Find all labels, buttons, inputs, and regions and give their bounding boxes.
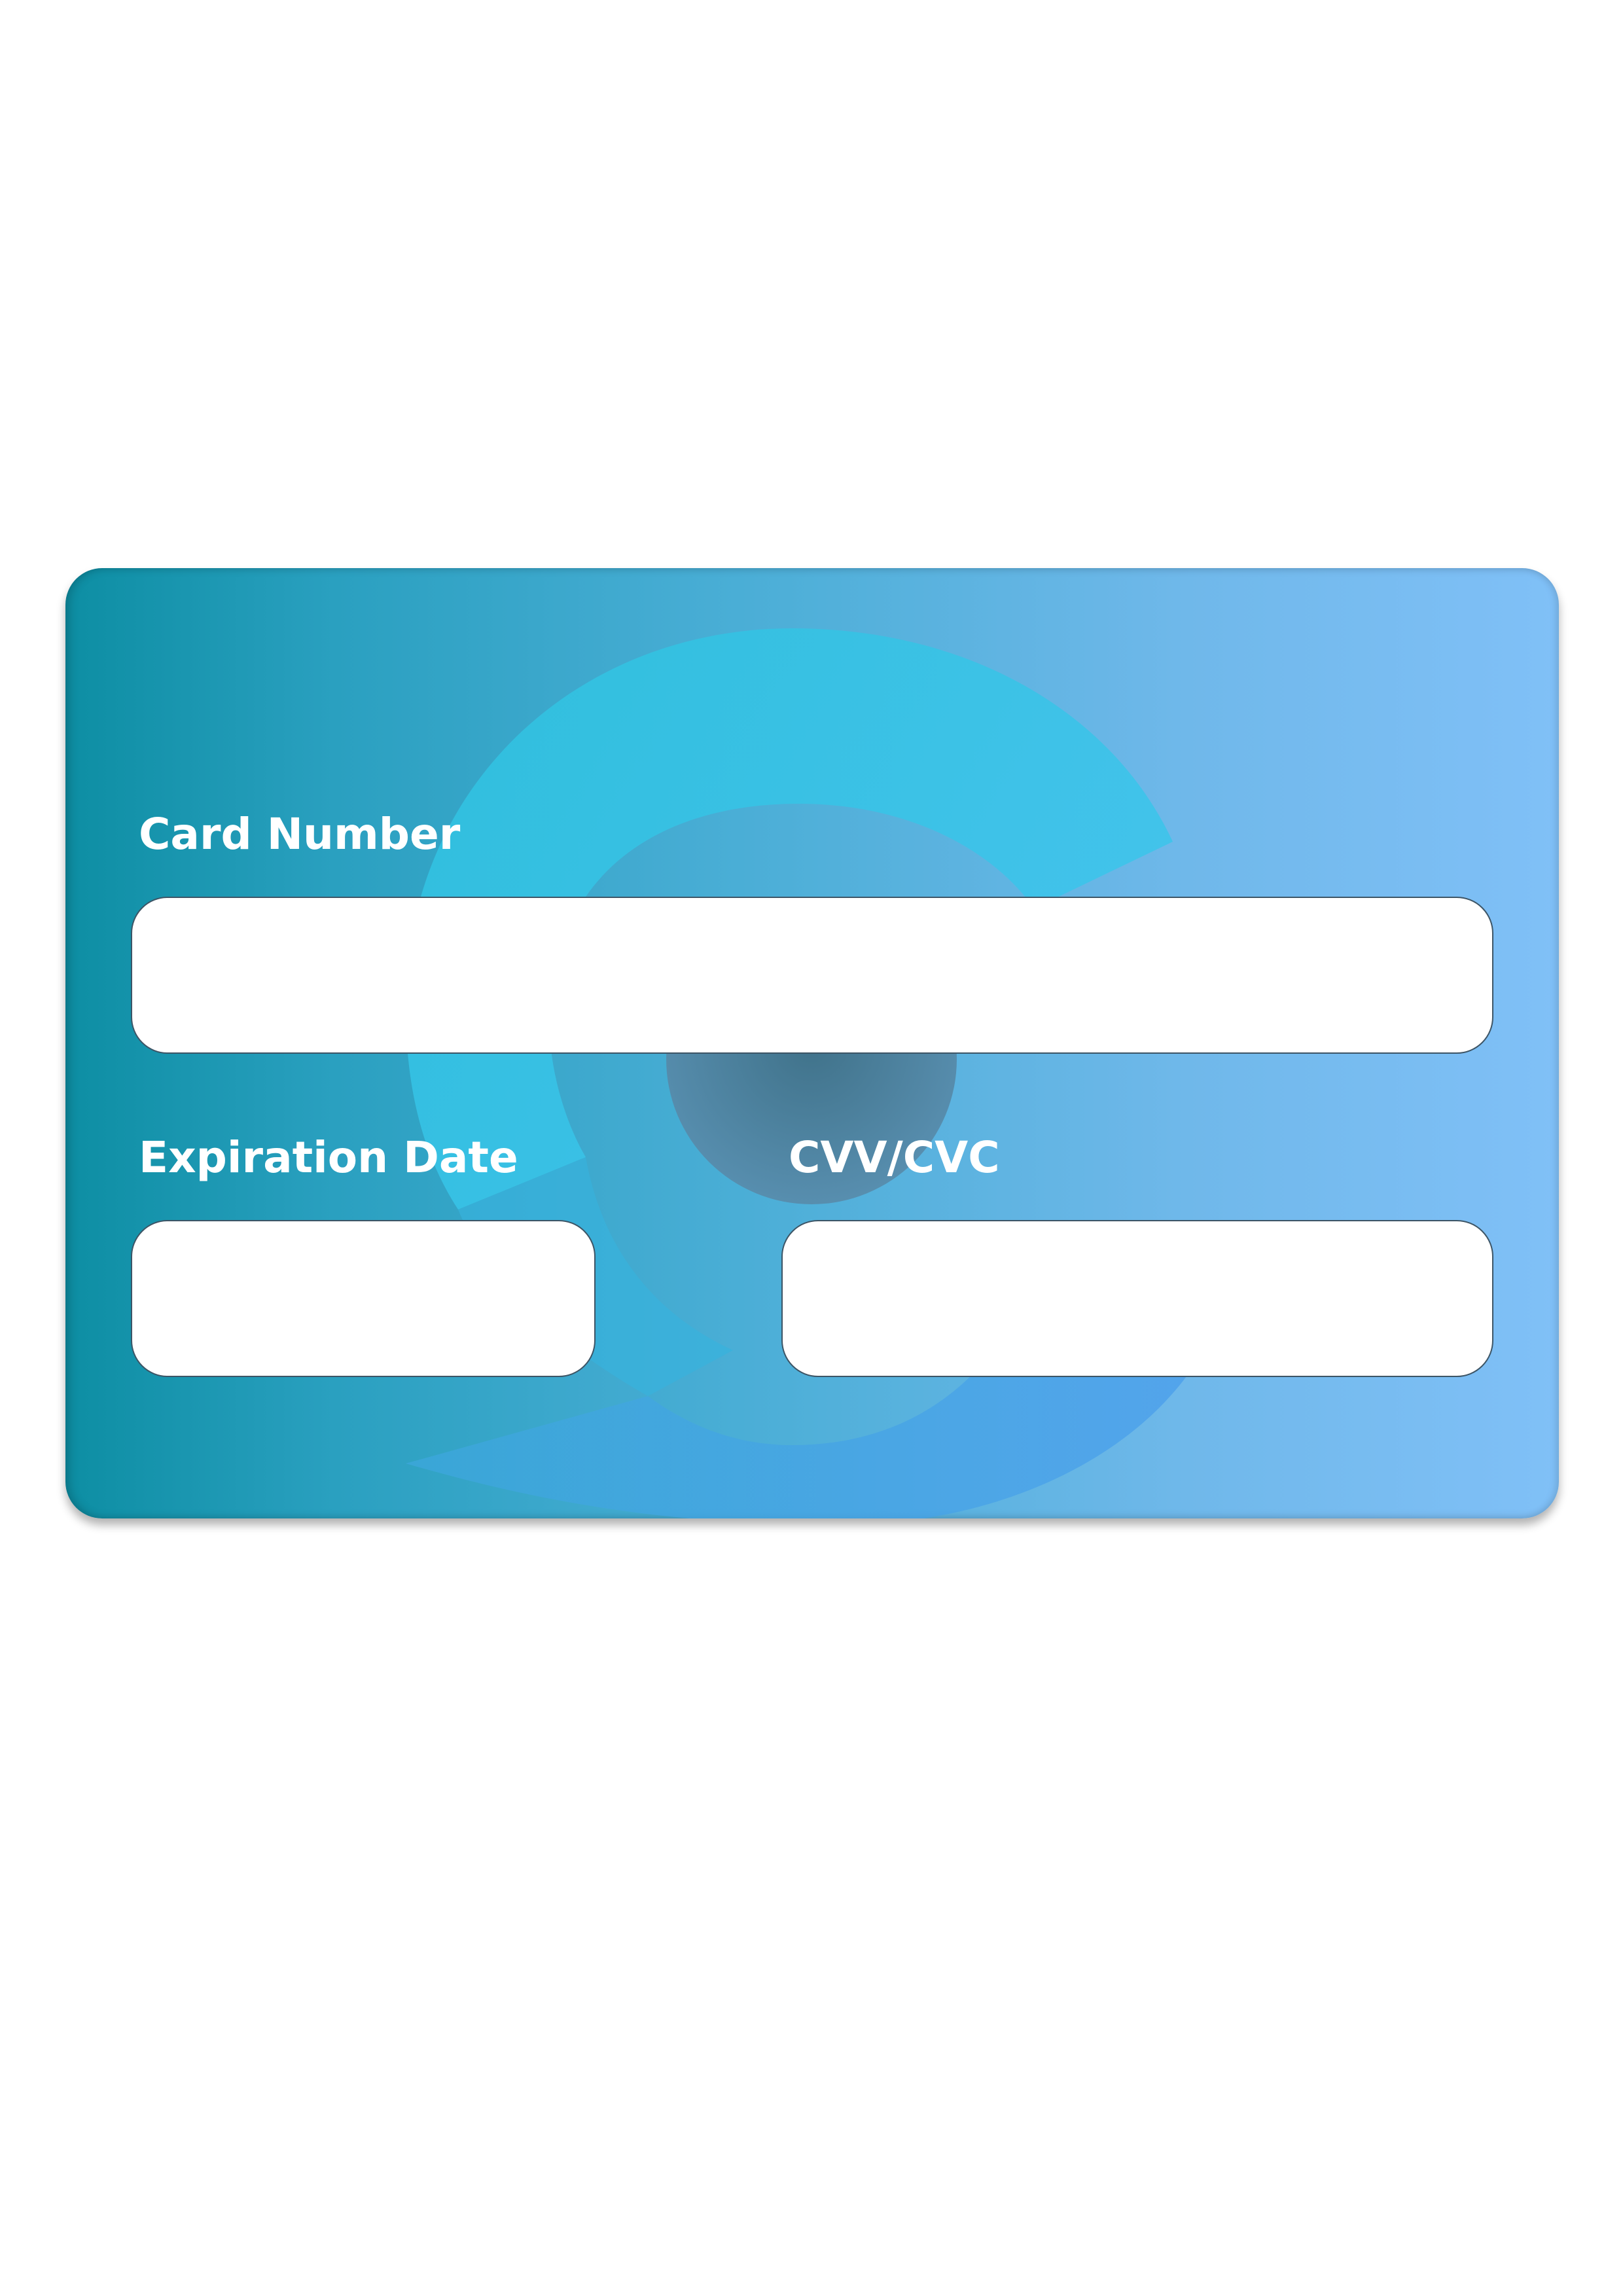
card-number-input[interactable]: [131, 897, 1493, 1054]
cvv-input[interactable]: [781, 1220, 1493, 1377]
cvv-label: CVV/CVC: [789, 1132, 1000, 1183]
expiration-date-label: Expiration Date: [139, 1132, 518, 1183]
expiration-date-input[interactable]: [131, 1220, 596, 1377]
card-number-label: Card Number: [139, 809, 461, 859]
payment-card: Card Number Expiration Date CVV/CVC: [65, 568, 1559, 1518]
